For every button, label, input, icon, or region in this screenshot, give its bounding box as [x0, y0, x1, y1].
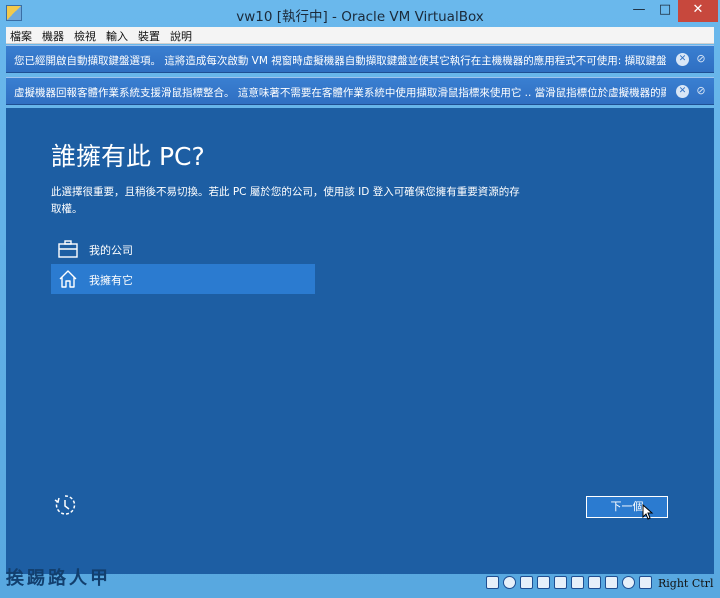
shared-folders-icon[interactable]: [571, 576, 584, 589]
option-label: 我的公司: [89, 244, 133, 257]
display-icon[interactable]: [588, 576, 601, 589]
title-bar[interactable]: vw10 [執行中] - Oracle VM VirtualBox — □ ✕: [0, 0, 720, 27]
accessibility-icon[interactable]: [53, 493, 77, 517]
home-icon: [59, 270, 77, 288]
menu-view[interactable]: 檢視: [74, 28, 96, 44]
notice-text: 虛擬機器回報客體作業系統支援滑鼠指標整合。 這意味著不需要在客體作業系統中使用擷…: [14, 87, 666, 99]
virtualization-icon[interactable]: [622, 576, 635, 589]
next-button[interactable]: 下一個: [586, 496, 668, 518]
window-title: vw10 [執行中] - Oracle VM VirtualBox: [236, 9, 484, 25]
notice-text: 您已經開啟自動擷取鍵盤選項。 這將造成每次啟動 VM 視窗時虛擬機器自動擷取鍵盤…: [14, 55, 666, 67]
guest-screen[interactable]: 誰擁有此 PC? 此選擇很重要，且稍後不易切換。若此 PC 屬於您的公司，使用該…: [6, 108, 714, 574]
maximize-button[interactable]: □: [652, 0, 678, 22]
host-key-label: Right Ctrl: [658, 577, 714, 590]
notice-mouse-integration: 虛擬機器回報客體作業系統支援滑鼠指標整合。 這意味著不需要在客體作業系統中使用擷…: [6, 77, 714, 105]
mouse-cursor-icon: [642, 504, 654, 520]
page-title: 誰擁有此 PC?: [51, 142, 205, 171]
menu-help[interactable]: 說明: [170, 28, 192, 44]
usb-icon[interactable]: [554, 576, 567, 589]
mouse-integration-icon[interactable]: [639, 576, 652, 589]
option-my-company[interactable]: 我的公司: [51, 234, 315, 264]
close-icon[interactable]: ✕: [676, 85, 689, 98]
vm-window: vw10 [執行中] - Oracle VM VirtualBox — □ ✕ …: [0, 0, 720, 598]
notice-keyboard-capture: 您已經開啟自動擷取鍵盤選項。 這將造成每次啟動 VM 視窗時虛擬機器自動擷取鍵盤…: [6, 45, 714, 73]
menu-input[interactable]: 輸入: [106, 28, 128, 44]
audio-icon[interactable]: [520, 576, 533, 589]
menu-file[interactable]: 檔案: [10, 28, 32, 44]
option-i-own-it[interactable]: 我擁有它: [51, 264, 315, 294]
network-icon[interactable]: [537, 576, 550, 589]
page-description: 此選擇很重要，且稍後不易切換。若此 PC 屬於您的公司，使用該 ID 登入可確保…: [51, 186, 520, 215]
mute-notice-icon[interactable]: ⊘: [694, 84, 708, 98]
menu-bar: 檔案 機器 檢視 輸入 裝置 說明: [6, 27, 714, 44]
optical-drive-icon[interactable]: [503, 576, 516, 589]
mute-notice-icon[interactable]: ⊘: [694, 52, 708, 66]
menu-machine[interactable]: 機器: [42, 28, 64, 44]
watermark: 挨踢路人甲: [6, 568, 111, 589]
video-capture-icon[interactable]: [605, 576, 618, 589]
option-label: 我擁有它: [89, 274, 133, 287]
minimize-button[interactable]: —: [626, 0, 652, 22]
menu-devices[interactable]: 裝置: [138, 28, 160, 44]
close-icon[interactable]: ✕: [676, 53, 689, 66]
briefcase-icon: [58, 240, 78, 258]
close-button[interactable]: ✕: [678, 0, 718, 22]
hard-disk-icon[interactable]: [486, 576, 499, 589]
